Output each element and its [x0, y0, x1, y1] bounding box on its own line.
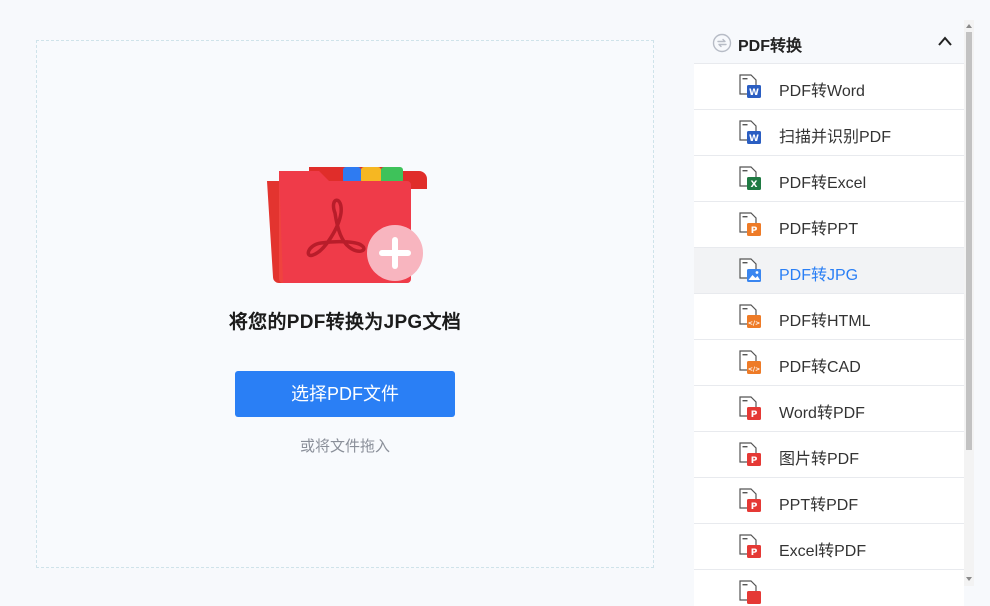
sidebar-header[interactable]: PDF转换: [694, 20, 964, 64]
sidebar-item-label: PDF转Word: [779, 83, 865, 100]
svg-text:P: P: [751, 548, 758, 558]
sidebar-item-label: 扫描并识别PDF: [779, 129, 892, 146]
sidebar-item-label: PDF转CAD: [779, 359, 861, 376]
conversion-sidebar: PDF转换 W PDF转Word W 扫描并识别PDF X PDF转Excel P PDF转P…: [694, 20, 964, 606]
sidebar-item[interactable]: [694, 570, 964, 606]
sidebar-item[interactable]: W PDF转Word: [694, 64, 964, 110]
file-dropzone[interactable]: 将您的PDF转换为JPG文档 选择PDF文件 或将文件拖入: [36, 40, 654, 568]
cad-file-icon: </>: [739, 350, 761, 374]
ppt-file-icon: P: [739, 212, 761, 236]
pdf-folder-icon: [267, 167, 427, 283]
svg-text:P: P: [751, 502, 758, 512]
sidebar-item-label: 图片转PDF: [779, 451, 860, 468]
svg-text:W: W: [749, 88, 759, 98]
sidebar-item[interactable]: P PDF转PPT: [694, 202, 964, 248]
sidebar-item[interactable]: P Word转PDF: [694, 386, 964, 432]
sidebar-item[interactable]: P PPT转PDF: [694, 478, 964, 524]
sidebar-item-label: PDF转JPG: [779, 267, 859, 284]
svg-text:</>: </>: [748, 320, 760, 327]
scan-ocr-file-icon: W: [739, 120, 761, 144]
svg-text:W: W: [749, 134, 759, 144]
svg-text:P: P: [751, 410, 758, 420]
sidebar-item[interactable]: P Excel转PDF: [694, 524, 964, 570]
pdf-file-icon: [739, 580, 761, 604]
pdf-file-icon: P: [739, 488, 761, 512]
svg-text:P: P: [751, 456, 758, 466]
convert-icon: [712, 33, 732, 53]
svg-text:</>: </>: [748, 366, 760, 373]
sidebar-item-label: Excel转PDF: [779, 543, 867, 560]
scroll-up-arrow-icon[interactable]: [965, 22, 973, 30]
select-pdf-button[interactable]: 选择PDF文件: [235, 371, 455, 417]
pdf-file-icon: P: [739, 396, 761, 420]
html-file-icon: </>: [739, 304, 761, 328]
sidebar-item[interactable]: X PDF转Excel: [694, 156, 964, 202]
upload-title: 将您的PDF转换为JPG文档: [228, 312, 462, 333]
sidebar-item[interactable]: </> PDF转HTML: [694, 294, 964, 340]
scroll-down-arrow-icon[interactable]: [965, 575, 973, 583]
sidebar-item-label: PDF转PPT: [779, 221, 859, 238]
sidebar-title: PDF转换: [738, 38, 803, 55]
chevron-up-icon[interactable]: [937, 35, 953, 47]
sidebar-item[interactable]: </> PDF转CAD: [694, 340, 964, 386]
sidebar-item[interactable]: W 扫描并识别PDF: [694, 110, 964, 156]
drag-hint-text: 或将文件拖入: [299, 438, 390, 455]
svg-text:P: P: [751, 226, 758, 236]
sidebar-scrollbar[interactable]: [964, 20, 974, 586]
word-file-icon: W: [739, 74, 761, 98]
sidebar-item-label: PPT转PDF: [779, 497, 859, 514]
sidebar-item[interactable]: P 图片转PDF: [694, 432, 964, 478]
pdf-file-icon: P: [739, 442, 761, 466]
excel-file-icon: X: [739, 166, 761, 190]
image-file-icon: [739, 258, 761, 282]
sidebar-item[interactable]: PDF转JPG: [694, 248, 964, 294]
sidebar-item-label: PDF转Excel: [779, 175, 867, 192]
sidebar-item-label: PDF转HTML: [779, 313, 871, 330]
conversion-list: W PDF转Word W 扫描并识别PDF X PDF转Excel P PDF转PPT PDF转…: [694, 64, 964, 606]
scrollbar-thumb[interactable]: [966, 32, 972, 450]
svg-text:X: X: [751, 180, 758, 190]
pdf-file-icon: P: [739, 534, 761, 558]
sidebar-item-label: Word转PDF: [779, 405, 865, 422]
